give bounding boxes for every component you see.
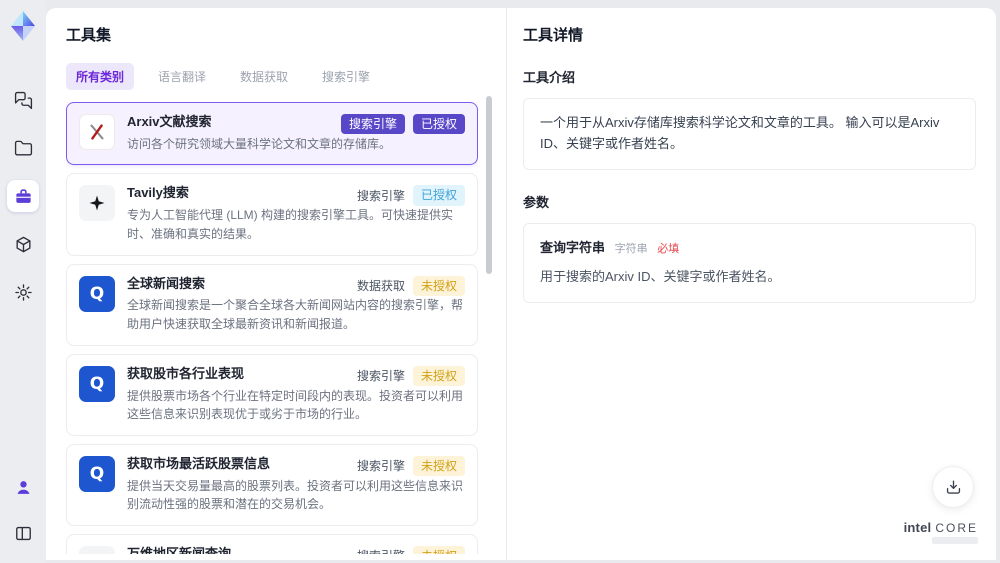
tools-panel: 工具集 所有类别 语言翻译 数据获取 搜索引擎 Arxiv文献搜索 访问各个研究… bbox=[46, 8, 506, 560]
tool-card-sector-performance[interactable]: Q 获取股市各行业表现 提供股票市场各个行业在特定时间段内的表现。投资者可以利用… bbox=[66, 353, 478, 436]
intel-core-logo: intel CORE bbox=[904, 520, 978, 544]
gear-icon bbox=[14, 283, 32, 301]
tab-search-engine[interactable]: 搜索引擎 bbox=[312, 63, 380, 90]
app-logo bbox=[11, 11, 35, 41]
sidebar-item-files[interactable] bbox=[7, 132, 39, 164]
details-title: 工具详情 bbox=[523, 27, 584, 44]
tool-description: 提供当天交易量最高的股票列表。投资者可以利用这些信息来识别流动性强的股票和潜在的… bbox=[127, 478, 464, 512]
news-app-icon: Q bbox=[79, 365, 115, 402]
news-app-icon: Q bbox=[79, 455, 115, 492]
chat-icon bbox=[14, 91, 32, 109]
intro-heading: 工具介绍 bbox=[523, 70, 576, 85]
parameter-type: 字符串 bbox=[614, 242, 648, 255]
auth-status-badge: 未授权 bbox=[412, 275, 465, 296]
brand-sub-mark bbox=[932, 537, 978, 544]
sidebar-item-tools[interactable] bbox=[7, 180, 39, 212]
tool-card-regional-news[interactable]: 万维地区新闻查询 查询具体行政区划内的新闻，快速了解各地新闻动 搜索引擎 未授权 bbox=[66, 533, 478, 554]
category-label: 搜索引擎 bbox=[356, 459, 405, 474]
sidebar-item-collapse[interactable] bbox=[7, 517, 39, 549]
category-tabs: 所有类别 语言翻译 数据获取 搜索引擎 bbox=[66, 63, 506, 90]
tool-list: Arxiv文献搜索 访问各个研究领域大量科学论文和文章的存储库。 搜索引擎 已授… bbox=[66, 102, 478, 554]
main-panel: 工具集 所有类别 语言翻译 数据获取 搜索引擎 Arxiv文献搜索 访问各个研究… bbox=[46, 8, 996, 560]
parameter-name: 查询字符串 bbox=[540, 239, 606, 255]
sidebar-item-account[interactable] bbox=[7, 471, 39, 503]
newspaper-icon bbox=[79, 545, 115, 554]
panel-toggle-icon bbox=[15, 526, 31, 540]
user-icon bbox=[17, 480, 29, 494]
tab-all-categories[interactable]: 所有类别 bbox=[66, 63, 135, 90]
tool-card-global-news[interactable]: Q 全球新闻搜索 全球新闻搜索是一个聚合全球各大新闻网站内容的搜索引擎，帮助用户… bbox=[66, 263, 478, 346]
cube-icon bbox=[15, 236, 31, 252]
tool-description: 全球新闻搜索是一个聚合全球各大新闻网站内容的搜索引擎，帮助用户快速获取全球最新资… bbox=[127, 298, 464, 332]
brand-core: CORE bbox=[935, 521, 978, 535]
auth-status-badge: 未授权 bbox=[412, 545, 465, 554]
category-label: 数据获取 bbox=[356, 279, 405, 294]
page-title: 工具集 bbox=[66, 27, 112, 44]
category-badge: 搜索引擎 bbox=[340, 114, 405, 135]
category-label: 搜索引擎 bbox=[357, 547, 405, 554]
auth-status-badge: 已授权 bbox=[412, 185, 465, 206]
folder-icon bbox=[14, 140, 32, 156]
parameter-description: 用于搜索的Arxiv ID、关键字或作者姓名。 bbox=[540, 269, 781, 285]
tab-language-translation[interactable]: 语言翻译 bbox=[148, 63, 216, 90]
list-scrollbar[interactable] bbox=[486, 86, 492, 560]
auth-status-badge: 已授权 bbox=[412, 114, 465, 135]
tab-data-acquisition[interactable]: 数据获取 bbox=[230, 63, 298, 90]
auth-status-badge: 未授权 bbox=[412, 455, 465, 477]
left-rail bbox=[0, 0, 46, 563]
tool-card-arxiv[interactable]: Arxiv文献搜索 访问各个研究领域大量科学论文和文章的存储库。 搜索引擎 已授… bbox=[66, 102, 478, 166]
download-button[interactable] bbox=[932, 466, 974, 508]
rail-bottom bbox=[7, 471, 39, 549]
brand-intel: intel bbox=[903, 520, 932, 535]
tool-details-panel: 工具详情 工具介绍 一个用于从Arxiv存储库搜索科学论文和文章的工具。 输入可… bbox=[506, 8, 996, 560]
tool-card-most-active-stocks[interactable]: Q 获取市场最活跃股票信息 提供当天交易量最高的股票列表。投资者可以利用这些信息… bbox=[66, 443, 478, 526]
sidebar-item-packages[interactable] bbox=[7, 228, 39, 260]
sparkle-icon bbox=[79, 185, 115, 222]
intro-box: 一个用于从Arxiv存储库搜索科学论文和文章的工具。 输入可以是Arxiv ID… bbox=[523, 98, 976, 170]
tool-description: 提供股票市场各个行业在特定时间段内的表现。投资者可以利用这些信息来识别表现优于或… bbox=[127, 388, 464, 422]
category-label: 搜索引擎 bbox=[356, 189, 405, 204]
toolbox-icon bbox=[15, 188, 31, 203]
download-icon bbox=[946, 479, 960, 494]
category-label: 搜索引擎 bbox=[356, 369, 405, 384]
news-app-icon: Q bbox=[79, 275, 115, 312]
params-heading: 参数 bbox=[523, 194, 550, 210]
parameter-box: 查询字符串 字符串 必填 用于搜索的Arxiv ID、关键字或作者姓名。 bbox=[523, 222, 976, 304]
tool-description: 访问各个研究领域大量科学论文和文章的存储库。 bbox=[127, 136, 392, 151]
tool-card-tavily[interactable]: Tavily搜索 专为人工智能代理 (LLM) 构建的搜索引擎工具。可快速提供实… bbox=[66, 173, 478, 256]
sidebar-item-chat[interactable] bbox=[7, 84, 39, 116]
sidebar-item-settings[interactable] bbox=[7, 276, 39, 308]
scrollbar-thumb[interactable] bbox=[486, 96, 492, 274]
auth-status-badge: 未授权 bbox=[412, 365, 465, 387]
tool-description: 专为人工智能代理 (LLM) 构建的搜索引擎工具。可快速提供实时、准确和真实的结… bbox=[127, 208, 454, 241]
rail-nav bbox=[7, 84, 39, 308]
arxiv-icon bbox=[79, 114, 115, 150]
parameter-required-flag: 必填 bbox=[657, 242, 680, 255]
